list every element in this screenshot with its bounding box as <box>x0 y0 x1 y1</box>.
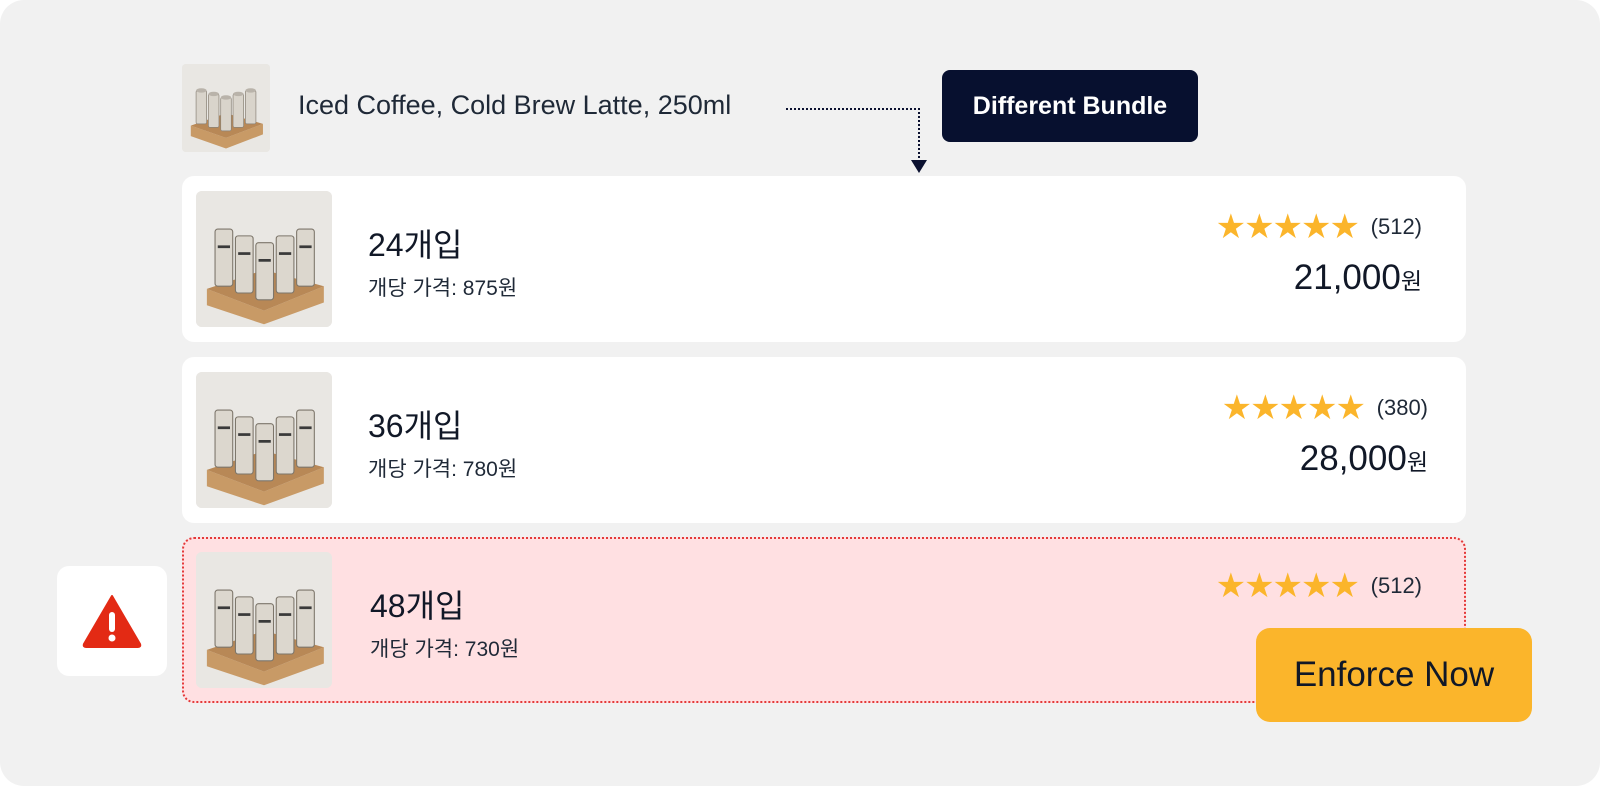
price-amount: 28,000 <box>1299 439 1407 478</box>
listing-row[interactable]: 24개입 개당 가격: 875원 ★★★★★ (512) 21,000원 <box>182 176 1466 342</box>
currency-unit: 원 <box>1400 268 1422 294</box>
star-rating-icon: ★★★★★ <box>1215 208 1360 246</box>
bundle-count: 48개입 <box>370 588 465 624</box>
bundle-count: 24개입 <box>368 227 463 263</box>
unit-price: 개당 가격: 875원 <box>368 277 518 300</box>
review-count: (512) <box>1370 214 1422 239</box>
listing-thumbnail <box>196 191 332 327</box>
arrow-down-icon <box>911 160 927 173</box>
price-amount: 21,000 <box>1293 258 1401 297</box>
listing-thumbnail <box>196 372 332 508</box>
product-title: Iced Coffee, Cold Brew Latte, 250ml <box>298 90 732 120</box>
star-rating-icon: ★★★★★ <box>1221 389 1366 427</box>
star-rating-icon: ★★★★★ <box>1215 567 1360 605</box>
unit-price: 개당 가격: 780원 <box>368 458 518 481</box>
currency-unit: 원 <box>1406 449 1428 475</box>
warning-badge <box>57 566 167 676</box>
unit-price: 개당 가격: 730원 <box>370 638 520 661</box>
price: 28,000원 <box>1300 439 1428 479</box>
product-thumbnail <box>182 64 270 152</box>
listing-row[interactable]: 36개입 개당 가격: 780원 ★★★★★ (380) 28,000원 <box>182 357 1466 523</box>
different-bundle-tag: Different Bundle <box>942 70 1198 142</box>
connector-line <box>786 108 920 110</box>
price: 21,000원 <box>1294 258 1422 298</box>
connector-line-vertical <box>918 108 920 158</box>
bundle-count: 36개입 <box>368 408 463 444</box>
listing-thumbnail <box>196 552 332 688</box>
review-count: (380) <box>1376 395 1428 420</box>
warning-triangle-icon <box>82 595 142 648</box>
review-count: (512) <box>1370 573 1422 598</box>
enforce-now-button[interactable]: Enforce Now <box>1256 628 1532 722</box>
content-panel: Iced Coffee, Cold Brew Latte, 250ml Diff… <box>0 0 1600 786</box>
